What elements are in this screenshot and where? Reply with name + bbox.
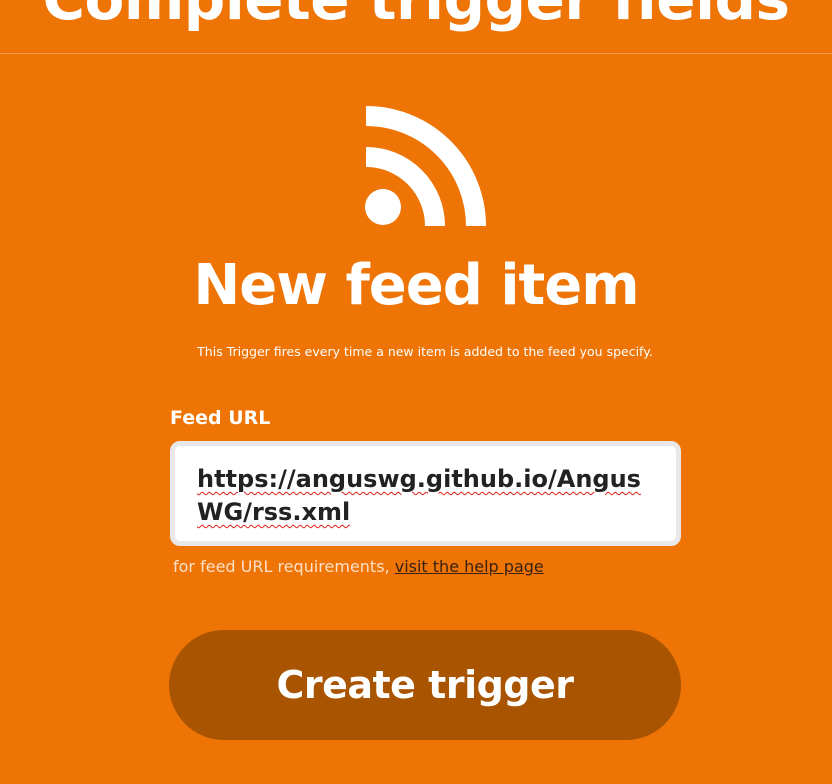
trigger-title: New feed item — [193, 253, 639, 318]
page-title: Complete trigger fields — [0, 0, 832, 34]
help-page-link[interactable]: visit the help page — [395, 557, 544, 576]
help-text-prefix: for feed URL requirements, — [173, 557, 395, 576]
trigger-description: This Trigger fires every time a new item… — [197, 344, 653, 359]
create-trigger-button[interactable]: Create trigger — [169, 630, 681, 740]
page-header: Complete trigger fields — [0, 0, 832, 54]
feed-url-help: for feed URL requirements, visit the hel… — [173, 556, 544, 578]
rss-feed-icon — [365, 106, 486, 227]
feed-url-input[interactable]: https://anguswg.github.io/AngusWG/rss.xm… — [170, 441, 681, 546]
feed-url-label: Feed URL — [170, 407, 271, 429]
trigger-fields-page: Complete trigger fields New feed item Th… — [0, 0, 832, 784]
